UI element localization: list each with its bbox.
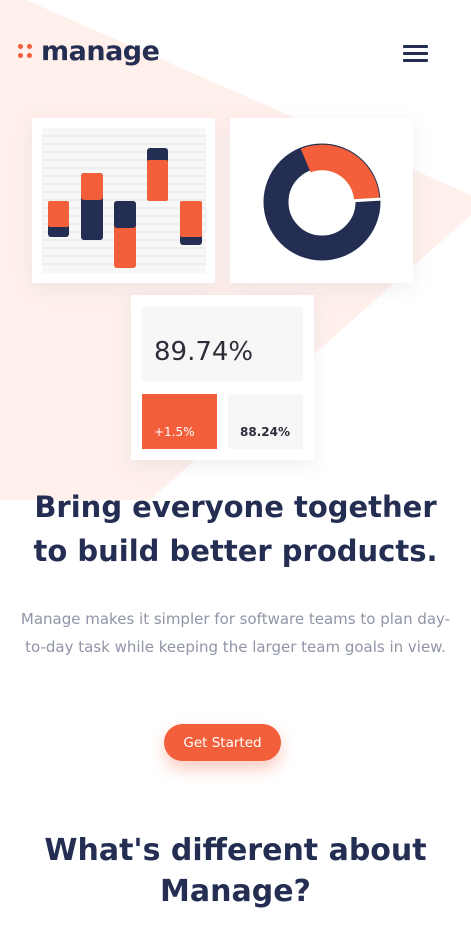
- donut-chart-graphic: [263, 143, 384, 261]
- logo-text: manage: [41, 36, 160, 67]
- hero-description: Manage makes it simpler for software tea…: [20, 610, 451, 656]
- section-title-line1: What's different about: [44, 833, 427, 868]
- site-header: manage: [0, 0, 471, 100]
- donut-chart-card: [230, 118, 413, 283]
- section-title: What's different about Manage?: [10, 830, 461, 912]
- get-started-button[interactable]: Get Started: [164, 724, 281, 761]
- stat-secondary-value: 88.24%: [240, 425, 290, 439]
- hamburger-menu-icon[interactable]: [403, 45, 428, 63]
- stat-change-value: +1.5%: [154, 425, 195, 439]
- stats-card: 89.74% +1.5% 88.24%: [131, 295, 314, 460]
- logo[interactable]: manage: [18, 36, 160, 67]
- hero-title-line2: to build better products.: [33, 534, 438, 568]
- hero-title: Bring everyone together to build better …: [10, 485, 461, 573]
- stat-main-tile: 89.74%: [142, 307, 303, 381]
- bar-chart-graphic: [42, 128, 206, 273]
- bar-chart-card: [32, 118, 215, 283]
- stat-main-value: 89.74%: [154, 337, 254, 367]
- stat-change-tile: +1.5%: [142, 394, 217, 449]
- section-title-line2: Manage?: [160, 874, 311, 909]
- hero-title-line1: Bring everyone together: [34, 490, 437, 524]
- stat-secondary-tile: 88.24%: [228, 394, 303, 449]
- logo-dots-icon: [18, 43, 34, 60]
